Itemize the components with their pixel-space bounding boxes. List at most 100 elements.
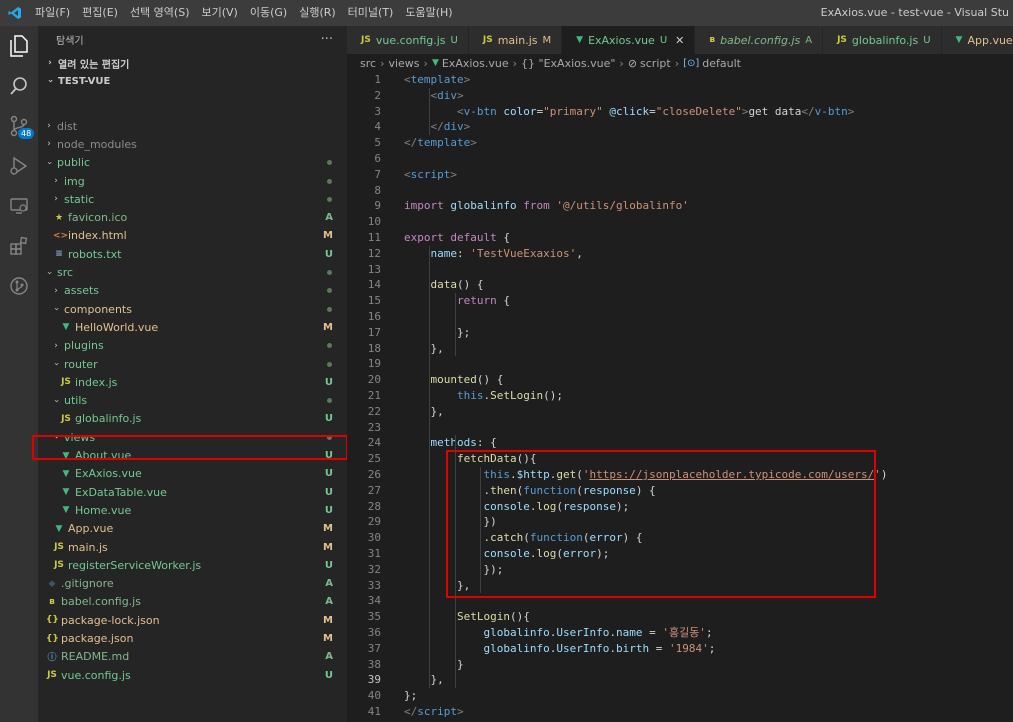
breadcrumb-item[interactable]: src xyxy=(360,57,376,70)
chevron-down-icon: › xyxy=(44,270,54,275)
menu-item[interactable]: 터미널(T) xyxy=(343,0,401,26)
breadcrumb-item[interactable]: ExAxios.vue xyxy=(442,57,509,70)
code-line[interactable]: 5 </template> xyxy=(347,135,1013,151)
menu-item[interactable]: 파일(F) xyxy=(30,0,77,26)
tree-item[interactable]: ʙ babel.config.js A xyxy=(38,593,347,611)
source-control-activity[interactable]: 48 xyxy=(0,106,38,146)
tab-label: App.vue xyxy=(967,33,1013,47)
code-line[interactable]: 3 <v-btn color="primary" @click="closeDe… xyxy=(347,104,1013,120)
tree-item[interactable]: <> index.html M xyxy=(38,227,347,245)
tree-item-label: registerServiceWorker.js xyxy=(68,558,202,572)
tree-item[interactable]: ▼ App.vue M xyxy=(38,520,347,538)
code-line[interactable]: 36 globalinfo.UserInfo.name = '홍길동'; xyxy=(347,625,1013,641)
code-line[interactable]: 12 name: 'TestVueExaxios', xyxy=(347,246,1013,262)
tab-exaxios-vue[interactable]: ▼ ExAxios.vue U ✕ xyxy=(562,26,696,54)
gitlens-activity[interactable] xyxy=(0,266,38,306)
code-line[interactable]: 10 xyxy=(347,214,1013,230)
tree-item[interactable]: ▼ Home.vue U xyxy=(38,501,347,519)
code-line[interactable]: 2 <div> xyxy=(347,88,1013,104)
tab-globalinfo-js[interactable]: JS globalinfo.js U xyxy=(823,26,942,54)
line-number: 35 xyxy=(367,610,381,624)
tree-item[interactable]: › components xyxy=(38,300,347,318)
code-line[interactable]: 19 xyxy=(347,356,1013,372)
tree-item[interactable]: › router xyxy=(38,355,347,373)
tab-main-js[interactable]: JS main.js M xyxy=(468,26,563,54)
code-line[interactable]: 41 </script> xyxy=(347,704,1013,720)
menu-item[interactable]: 도움말(H) xyxy=(400,0,459,26)
tree-item[interactable]: › static xyxy=(38,190,347,208)
tree-item[interactable]: ▼ HelloWorld.vue M xyxy=(38,318,347,336)
tab-app-vue[interactable]: ▼App.vueM xyxy=(941,26,1013,54)
remote-explorer-activity[interactable] xyxy=(0,186,38,226)
tree-item[interactable]: JS main.js M xyxy=(38,538,347,556)
js-file-icon: JS xyxy=(361,35,371,45)
tree-item[interactable]: › assets xyxy=(38,282,347,300)
tab-vue-config-js[interactable]: JS vue.config.js U xyxy=(347,26,469,54)
breadcrumb-item[interactable]: default xyxy=(702,57,741,70)
line-number: 13 xyxy=(367,262,381,276)
menu-item[interactable]: 실행(R) xyxy=(294,0,342,26)
vue-file-icon: ▼ xyxy=(955,35,963,45)
code-line[interactable]: 37 globalinfo.UserInfo.birth = '1984'; xyxy=(347,641,1013,657)
code-line[interactable]: 23 xyxy=(347,420,1013,436)
close-icon[interactable]: ✕ xyxy=(675,34,684,47)
extensions-activity[interactable] xyxy=(0,226,38,266)
code-line[interactable]: 16 xyxy=(347,309,1013,325)
code-line[interactable]: 15 return { xyxy=(347,293,1013,309)
code-line[interactable]: 9 import globalinfo from '@/utils/globali… xyxy=(347,198,1013,214)
code-line[interactable]: 18 }, xyxy=(347,341,1013,357)
breadcrumb-item[interactable]: {} "ExAxios.vue" xyxy=(521,57,615,70)
code-line[interactable]: 22 }, xyxy=(347,404,1013,420)
tree-item[interactable]: ≡ robots.txt U xyxy=(38,245,347,263)
line-number: 5 xyxy=(374,136,381,150)
breadcrumb-item[interactable]: script xyxy=(640,57,671,70)
menu-item[interactable]: 선택 영역(S) xyxy=(125,0,197,26)
code-editor[interactable]: 1 <template> 2 <div> 3 <v-btn color="primar… xyxy=(347,72,1013,722)
search-activity[interactable] xyxy=(0,66,38,106)
code-line[interactable]: 21 this.SetLogin(); xyxy=(347,388,1013,404)
code-line[interactable]: 39 }, xyxy=(347,672,1013,688)
run-debug-activity[interactable] xyxy=(0,146,38,186)
explorer-activity[interactable] xyxy=(0,26,38,66)
tab-babel-config-js[interactable]: ʙ babel.config.js A xyxy=(695,26,824,54)
tree-item-label: static xyxy=(64,192,95,206)
code-line[interactable]: 20 mounted() { xyxy=(347,372,1013,388)
tree-item[interactable]: › src xyxy=(38,263,347,281)
tree-item[interactable]: ★ favicon.ico A xyxy=(38,209,347,227)
menu-item[interactable]: 이동(G) xyxy=(245,0,294,26)
code-line[interactable]: 24 methods: { xyxy=(347,435,1013,451)
code-line[interactable]: 14 data() { xyxy=(347,277,1013,293)
tree-item[interactable]: › dist xyxy=(38,117,347,135)
code-line[interactable]: 40}; xyxy=(347,688,1013,704)
tree-item[interactable]: ▼ ExDataTable.vue U xyxy=(38,483,347,501)
tree-item[interactable]: JS vue.config.js U xyxy=(38,666,347,684)
tree-item[interactable]: ◆ .gitignore A xyxy=(38,575,347,593)
code-line[interactable]: 1 <template> xyxy=(347,72,1013,88)
code-line[interactable]: 4 </div> xyxy=(347,119,1013,135)
menu-item[interactable]: 편집(E) xyxy=(77,0,125,26)
tree-item[interactable]: {} package.json M xyxy=(38,629,347,647)
code-line[interactable]: 11 export default { xyxy=(347,230,1013,246)
tree-item[interactable]: {} package-lock.json M xyxy=(38,611,347,629)
code-line[interactable]: 6 xyxy=(347,151,1013,167)
tree-item[interactable]: › node_modules xyxy=(38,135,347,153)
tree-item[interactable]: JS registerServiceWorker.js U xyxy=(38,556,347,574)
code-line[interactable]: 8 xyxy=(347,183,1013,199)
tree-item[interactable]: ⓘ README.md A xyxy=(38,648,347,666)
line-number: 31 xyxy=(367,547,381,560)
code-line[interactable]: 38 } xyxy=(347,657,1013,673)
code-line[interactable]: 7 <script> xyxy=(347,167,1013,183)
tree-item[interactable]: › img xyxy=(38,172,347,190)
code-line[interactable]: 35 SetLogin(){ xyxy=(347,609,1013,625)
tree-item[interactable]: › utils xyxy=(38,392,347,410)
tab-label: globalinfo.js xyxy=(851,33,919,47)
tree-item[interactable]: JS index.js U xyxy=(38,373,347,391)
tree-item[interactable]: › plugins xyxy=(38,337,347,355)
tree-item[interactable]: › public xyxy=(38,154,347,172)
code-line[interactable]: 17 }; xyxy=(347,325,1013,341)
tree-item[interactable]: ▼ ExAxios.vue U xyxy=(38,465,347,483)
tree-item[interactable]: JS globalinfo.js U xyxy=(38,410,347,428)
menu-item[interactable]: 보기(V) xyxy=(196,0,244,26)
breadcrumb-item[interactable]: views xyxy=(388,57,419,70)
code-line[interactable]: 13 xyxy=(347,262,1013,278)
